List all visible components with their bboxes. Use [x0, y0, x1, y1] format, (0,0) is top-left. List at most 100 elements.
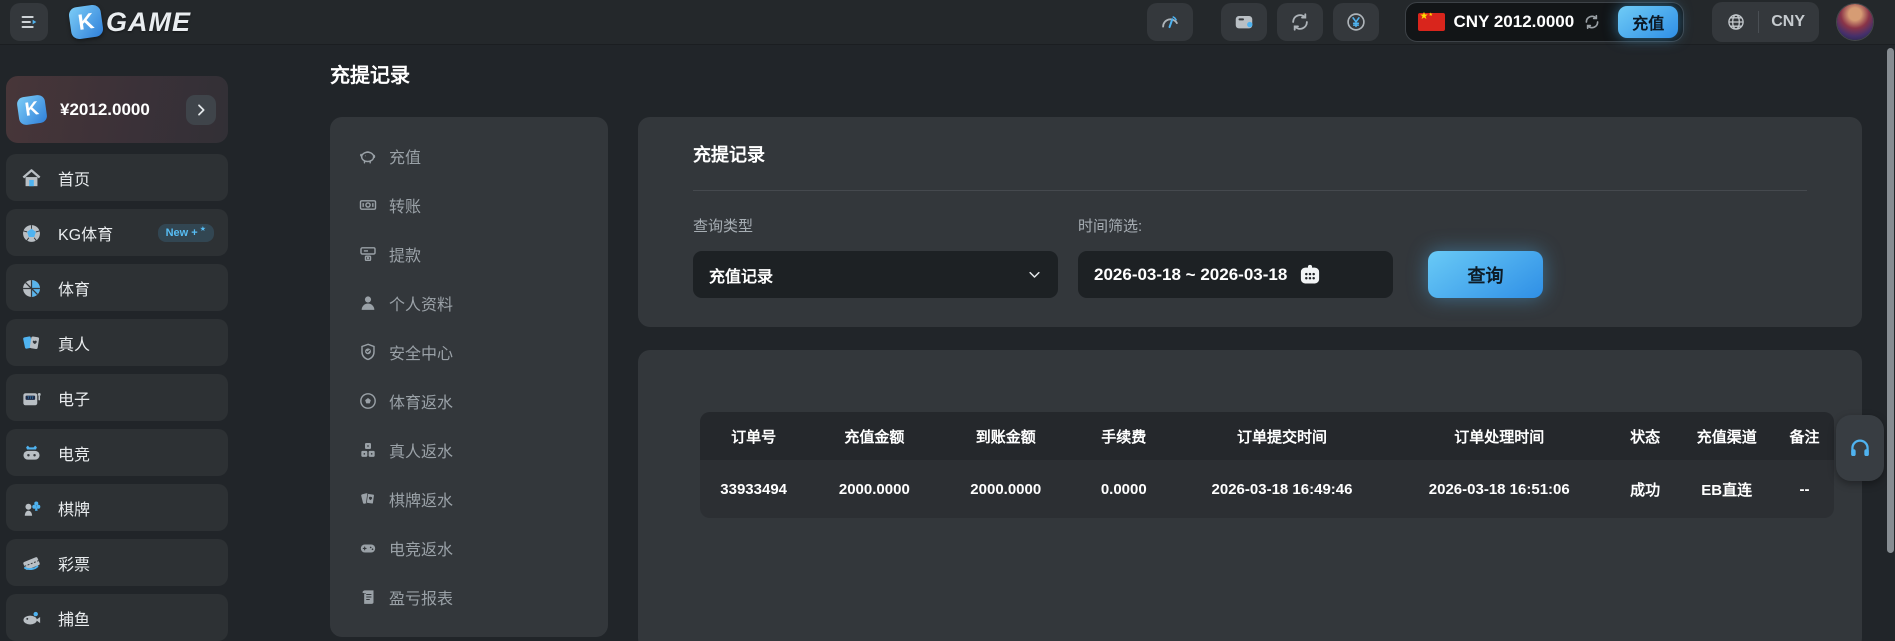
submenu-label: 体育返水: [389, 394, 454, 412]
sidebar-item-lottery[interactable]: 彩票: [6, 539, 228, 586]
logo-k-mark: K: [67, 3, 105, 41]
deposit-button[interactable]: 充值: [1618, 6, 1679, 38]
sidebar-item-label: 真人: [58, 336, 91, 354]
customer-service-button[interactable]: [1836, 415, 1884, 481]
filter-card-title: 充提记录: [693, 145, 765, 165]
page-title: 充提记录: [330, 65, 410, 87]
soccer-outline-icon: [358, 391, 378, 411]
exchange-button[interactable]: [1332, 3, 1379, 41]
svg-text:777: 777: [27, 395, 34, 399]
language-currency-switcher[interactable]: CNY: [1712, 2, 1819, 42]
gamepad-icon: [20, 442, 42, 464]
date-range-picker[interactable]: 2026-03-18 ~ 2026-03-18: [1078, 251, 1393, 298]
page-scrollbar[interactable]: [1887, 48, 1894, 553]
sidebar-item-live-casino[interactable]: 真人: [6, 319, 228, 366]
sidebar-item-sports[interactable]: 体育: [6, 264, 228, 311]
menu-button[interactable]: [10, 3, 48, 41]
new-badge: New + ★: [157, 223, 214, 242]
submenu-label: 安全中心: [389, 345, 454, 363]
submenu-label: 转账: [389, 198, 422, 216]
sidebar-item-label: 首页: [58, 171, 91, 189]
dice-icon: [358, 440, 378, 460]
logo-k-mini: K: [16, 93, 48, 126]
sidebar-item-kg-sports[interactable]: KG体育 New + ★: [6, 209, 228, 256]
submenu-label: 充值: [389, 149, 422, 167]
sidebar-item-home[interactable]: 首页: [6, 154, 228, 201]
calendar-icon: [1297, 262, 1323, 288]
query-type-select[interactable]: 充值记录: [693, 251, 1058, 298]
china-flag-icon: ★ ★: [1417, 11, 1445, 31]
brand-logo[interactable]: K GAME: [67, 3, 191, 41]
atm-icon: [358, 244, 378, 264]
soccer-icon: [20, 222, 42, 244]
submenu-item-withdraw[interactable]: 提款: [330, 229, 608, 278]
chevron-down-icon: [1027, 267, 1042, 282]
refresh-balance-icon[interactable]: [1583, 13, 1601, 31]
wallet-balance-widget[interactable]: ★ ★ CNY 2012.0000 充值: [1404, 2, 1685, 42]
sidebar-item-chess-cards[interactable]: 棋牌: [6, 484, 228, 531]
date-filter-label: 时间筛选:: [1078, 218, 1143, 235]
submenu-item-transfer[interactable]: 转账: [330, 180, 608, 229]
cell-process-time: 2026-03-18 16:51:06: [1428, 480, 1570, 498]
records-table: 订单号 充值金额 到账金额 手续费 订单提交时间 订单处理时间 状态 充值渠道 …: [700, 412, 1834, 518]
query-type-label: 查询类型: [693, 218, 754, 235]
cell-submit-time: 2026-03-18 16:49:46: [1211, 480, 1353, 498]
chevron-right-icon: [193, 102, 209, 118]
submenu-label: 棋牌返水: [389, 492, 454, 510]
network-speed-button[interactable]: [1146, 3, 1193, 41]
sidebar-item-label: 体育: [58, 281, 91, 299]
submenu-item-sports-rebate[interactable]: 体育返水: [330, 376, 608, 425]
submenu-item-security[interactable]: 安全中心: [330, 327, 608, 376]
cell-order-id: 33933494: [720, 480, 788, 498]
table-header-row: 订单号 充值金额 到账金额 手续费 订单提交时间 订单处理时间 状态 充值渠道 …: [700, 412, 1834, 460]
submenu-label: 提款: [389, 247, 422, 265]
home-icon: [20, 167, 42, 189]
refresh-icon: [1289, 11, 1311, 33]
cell-channel: EB直连: [1701, 481, 1753, 499]
headset-icon: [1847, 435, 1873, 461]
cell-fee: 0.0000: [1100, 480, 1147, 498]
submenu-item-profile[interactable]: 个人资料: [330, 278, 608, 327]
divider: [693, 190, 1807, 191]
sync-button[interactable]: [1276, 3, 1323, 41]
piggy-bank-icon: [358, 146, 378, 166]
col-process-time: 订单处理时间: [1454, 428, 1545, 446]
table-row: 33933494 2000.0000 2000.0000 0.0000 2026…: [700, 460, 1834, 518]
sidebar-item-esports[interactable]: 电竞: [6, 429, 228, 476]
sidebar-balance-amount: ¥2012.0000: [60, 99, 150, 119]
submenu-item-deposit[interactable]: 充值: [330, 131, 608, 180]
col-received-amount: 到账金额: [975, 428, 1036, 446]
submenu-label: 个人资料: [389, 296, 454, 314]
date-range-value: 2026-03-18 ~ 2026-03-18: [1094, 264, 1288, 284]
account-submenu: 充值 转账 提款 个人资料 安全中心 体育返水 真人返水 棋牌返水 电竞返水 盈…: [330, 117, 608, 637]
divider: [1758, 11, 1760, 33]
col-deposit-amount: 充值金额: [844, 428, 905, 446]
balance-expand-button[interactable]: [186, 94, 216, 125]
col-channel: 充值渠道: [1696, 428, 1757, 446]
submenu-item-live-rebate[interactable]: 真人返水: [330, 425, 608, 474]
query-type-value: 充值记录: [709, 268, 774, 286]
globe-icon: [1726, 12, 1746, 32]
sidebar-balance-card[interactable]: K ¥2012.0000: [6, 76, 228, 143]
wallet-amount: CNY 2012.0000: [1453, 12, 1575, 31]
basketball-icon: [20, 277, 42, 299]
submenu-item-esports-rebate[interactable]: 电竞返水: [330, 523, 608, 572]
user-avatar[interactable]: [1837, 4, 1873, 40]
wallet-button[interactable]: [1220, 3, 1267, 41]
report-icon: [358, 587, 378, 607]
menu-icon: [18, 11, 40, 33]
cards-small-icon: [358, 489, 378, 509]
sidebar-item-label: 棋牌: [58, 501, 91, 519]
currency-label: CNY: [1771, 13, 1805, 30]
ticket-icon: [20, 552, 42, 574]
submenu-item-chess-rebate[interactable]: 棋牌返水: [330, 474, 608, 523]
chess-icon: [20, 497, 42, 519]
sidebar-item-fishing[interactable]: 捕鱼: [6, 594, 228, 641]
submenu-item-pl-report[interactable]: 盈亏报表: [330, 572, 608, 621]
badge-star-icon: ★: [199, 225, 206, 233]
search-button[interactable]: 查询: [1428, 251, 1543, 298]
yen-exchange-icon: [1345, 11, 1367, 33]
sidebar-item-label: 电竞: [58, 446, 91, 464]
cell-received-amount: 2000.0000: [970, 480, 1042, 498]
sidebar-item-slots[interactable]: 777 电子: [6, 374, 228, 421]
